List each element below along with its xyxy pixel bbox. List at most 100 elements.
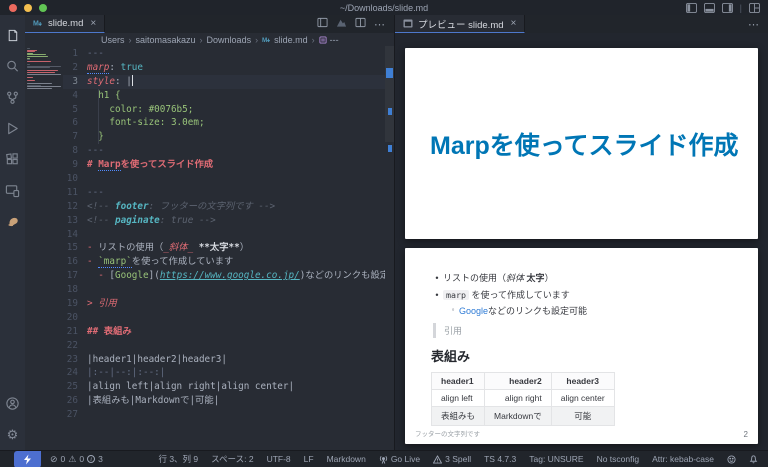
code-line[interactable]: 26|表組みも|Markdownで|可能| xyxy=(63,394,385,408)
run-and-debug-icon[interactable] xyxy=(0,113,25,144)
code-line[interactable]: 9# Marpを使ってスライド作成 xyxy=(63,158,385,172)
code-line[interactable]: 19> 引用 xyxy=(63,297,385,311)
tab-slide-md[interactable]: M slide.md × xyxy=(25,15,105,33)
open-changes-icon[interactable] xyxy=(317,15,328,33)
code-line[interactable]: 17 - [Google](https://www.google.co.jp/)… xyxy=(63,269,385,283)
status-item-label: Go Live xyxy=(391,454,420,464)
open-preview-icon[interactable] xyxy=(336,15,347,33)
code-line[interactable]: 27 xyxy=(63,408,385,422)
preview-window-icon xyxy=(403,15,413,33)
bell-icon xyxy=(749,454,758,464)
line-number: 25 xyxy=(63,380,87,394)
warning-count: 0 xyxy=(79,454,84,464)
window-title: ~/Downloads/slide.md xyxy=(0,3,768,13)
tab-close-icon[interactable]: × xyxy=(511,18,517,29)
minimap[interactable] xyxy=(27,48,63,91)
warning-icon xyxy=(433,455,442,464)
code-line[interactable]: 14 xyxy=(63,228,385,242)
line-number: 1 xyxy=(63,47,87,61)
breadcrumb-item[interactable]: saitomasakazu xyxy=(136,35,196,45)
split-editor-icon[interactable] xyxy=(355,15,366,33)
info-count: 3 xyxy=(98,454,103,464)
editor-scrollbar[interactable] xyxy=(385,46,394,142)
code-line[interactable]: 13<!-- paginate: true --> xyxy=(63,214,385,228)
slide2-bullet: ◦Googleなどのリンクも設定可能 xyxy=(447,305,732,317)
table-cell: 可能 xyxy=(551,407,614,426)
breadcrumb-label: Users xyxy=(101,35,125,45)
slide-link[interactable]: Google xyxy=(459,306,488,316)
tab-preview-slide-md[interactable]: プレビュー slide.md × xyxy=(395,15,525,33)
preview-more-actions[interactable]: ⋯ xyxy=(748,18,760,31)
code-line[interactable]: 10 xyxy=(63,172,385,186)
line-number: 27 xyxy=(63,408,87,422)
code-line[interactable]: 12<!-- footer: フッターの文字列です --> xyxy=(63,200,385,214)
code-line[interactable]: 24|:--|--:|:--:| xyxy=(63,366,385,380)
code-line[interactable]: 21## 表組み xyxy=(63,325,385,339)
remote-indicator[interactable] xyxy=(14,451,41,467)
code-line[interactable]: 18 xyxy=(63,283,385,297)
symbol-icon xyxy=(319,36,327,44)
breadcrumb[interactable]: Users›saitomasakazu›Downloads›Mslide.md›… xyxy=(25,33,394,46)
status-item-go-live[interactable]: Go Live xyxy=(379,454,420,464)
status-item-attr-kebab-case[interactable]: Attr: kebab-case xyxy=(652,454,714,464)
line-number: 14 xyxy=(63,228,87,242)
code-line[interactable]: 23|header1|header2|header3| xyxy=(63,353,385,367)
code-line[interactable]: 8--- xyxy=(63,144,385,158)
code-line[interactable]: 25|align left|align right|align center| xyxy=(63,380,385,394)
toggle-sidebar-right-icon[interactable] xyxy=(722,3,733,13)
code-line[interactable]: 20 xyxy=(63,311,385,325)
code-line[interactable]: 4 h1 { xyxy=(63,89,385,103)
status-item-lf[interactable]: LF xyxy=(304,454,314,464)
status-item-label: No tsconfig xyxy=(597,454,640,464)
line-number: 21 xyxy=(63,325,87,339)
source-control-icon[interactable] xyxy=(0,82,25,113)
code-line[interactable]: 11--- xyxy=(63,186,385,200)
line-number: 16 xyxy=(63,255,87,269)
tab-close-icon[interactable]: × xyxy=(90,18,96,29)
explorer-icon[interactable] xyxy=(0,20,25,51)
code-line[interactable]: 15- リストの使用（_斜体_ **太字**） xyxy=(63,241,385,255)
table-header-cell: header3 xyxy=(551,373,614,390)
breadcrumb-item[interactable]: --- xyxy=(319,35,339,45)
markdown-file-icon: M xyxy=(33,15,43,33)
line-number: 13 xyxy=(63,214,87,228)
status-item-3-spell[interactable]: 3 Spell xyxy=(433,454,471,464)
accounts-icon[interactable] xyxy=(0,388,25,419)
toggle-panel-icon[interactable] xyxy=(704,3,715,13)
code-line[interactable]: 6 font-size: 3.0em; xyxy=(63,116,385,130)
customize-layout-icon[interactable] xyxy=(749,3,760,13)
breadcrumb-item[interactable]: Downloads xyxy=(207,35,252,45)
svg-text:M: M xyxy=(262,37,267,44)
extensions-icon[interactable] xyxy=(0,144,25,175)
hand-extension-icon[interactable] xyxy=(0,206,25,237)
bullet-marker-icon: ◦ xyxy=(447,305,459,317)
status-item-feedback-icon[interactable] xyxy=(727,455,736,464)
code-line[interactable]: 3style: | xyxy=(63,75,385,89)
code-line[interactable]: 22 xyxy=(63,339,385,353)
status-item-no-tsconfig[interactable]: No tsconfig xyxy=(597,454,640,464)
editor-more-actions[interactable]: ⋯ xyxy=(374,18,386,31)
status-item--3-9[interactable]: 行 3、列 9 xyxy=(158,453,198,465)
status-item--2[interactable]: スペース: 2 xyxy=(211,453,253,465)
breadcrumb-item[interactable]: Mslide.md xyxy=(262,35,308,45)
status-item-markdown[interactable]: Markdown xyxy=(327,454,366,464)
code-line[interactable]: 5 color: #0076b5; xyxy=(63,103,385,117)
status-item-utf-8[interactable]: UTF-8 xyxy=(267,454,291,464)
code-line[interactable]: 7 } xyxy=(63,130,385,144)
marp-preview[interactable]: Marpを使ってスライド作成 •リストの使用（斜体 太字）•marp を使って作… xyxy=(395,33,768,450)
line-number: 23 xyxy=(63,353,87,367)
settings-gear-icon[interactable]: ⚙ xyxy=(0,419,25,450)
search-icon[interactable] xyxy=(0,51,25,82)
code-line[interactable]: 1--- xyxy=(63,47,385,61)
code-line[interactable]: 16- `marp`を使って作成しています xyxy=(63,255,385,269)
status-item-ts-4-7-3[interactable]: TS 4.7.3 xyxy=(484,454,516,464)
code-editor[interactable]: 1---2marp: true3style: |4 h1 {5 color: #… xyxy=(25,46,394,450)
problems-status[interactable]: ⊘ 0 ⚠ 0 i 3 xyxy=(50,454,103,465)
breadcrumb-item[interactable]: Users xyxy=(101,35,125,45)
remote-explorer-icon[interactable] xyxy=(0,175,25,206)
code-line[interactable]: 2marp: true xyxy=(63,61,385,75)
line-number: 5 xyxy=(63,103,87,117)
status-item-bell-icon[interactable] xyxy=(749,454,758,464)
toggle-sidebar-left-icon[interactable] xyxy=(686,3,697,13)
status-item-tag-unsure[interactable]: Tag: UNSURE xyxy=(529,454,583,464)
